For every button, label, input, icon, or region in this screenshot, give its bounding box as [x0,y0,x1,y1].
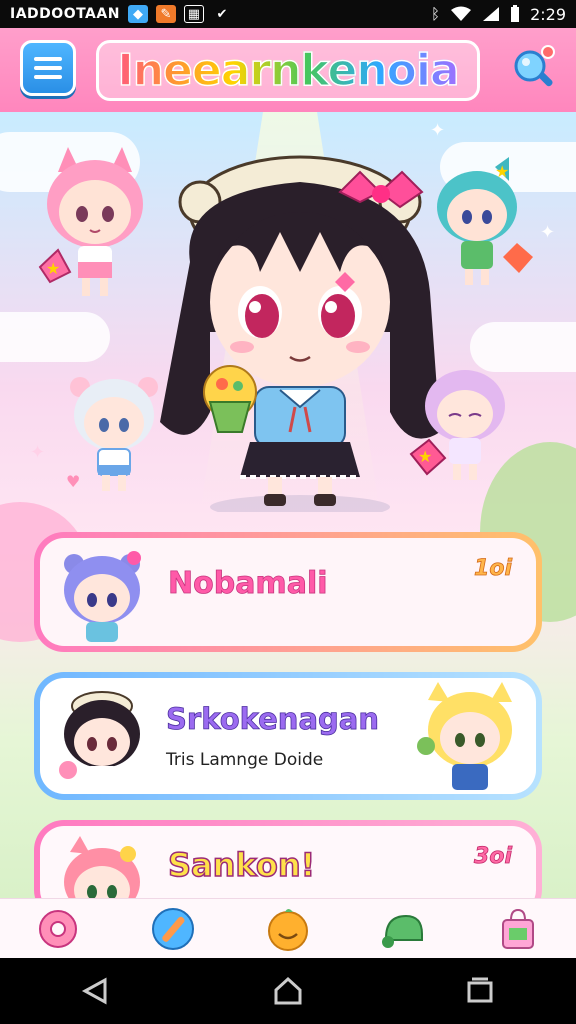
wifi-icon [451,6,472,21]
carrier-label: IADDOOTAAN [10,6,120,22]
cap-icon[interactable] [378,904,428,954]
sparkle-icon: ✦ [30,442,46,463]
character-scene: ✦ ✦ ✦ ★ ★ ♥ ★ Nobamali 1oi Srkokenagan T… [0,112,576,898]
chibi-white-girl[interactable]: ♥ [60,367,170,507]
shield-icon: ◆ [127,5,148,23]
chibi-lavender-girl[interactable]: ★ [405,362,520,497]
search-button[interactable] [508,42,560,94]
clock: 2:29 [530,4,566,24]
cloud [0,312,110,362]
wand-icon[interactable] [148,904,198,954]
menu-icon [34,57,62,61]
card-name: Nobamali [168,566,328,602]
app-title: Ineearnkenoia [105,43,470,98]
sparkle-icon: ✦ [540,222,556,243]
recents-icon[interactable] [463,974,497,1008]
svg-text:★: ★ [46,259,60,278]
card-avatar-right [417,682,512,790]
svg-text:★: ★ [495,162,509,181]
system-nav-bar [0,958,576,1024]
card-name: Sankon! [167,845,316,885]
bottom-nav [0,898,576,958]
character-card[interactable]: Srkokenagan Tris Lamnge Doide [34,672,542,800]
signal-icon [483,7,500,21]
news-icon: ▦ [183,5,204,23]
smiley-icon[interactable] [263,904,313,954]
svg-text:♥: ♥ [66,472,80,491]
card-count: 3oi [474,844,513,870]
chibi-pink-catgirl[interactable]: ★ [30,142,160,312]
character-card[interactable]: Nobamali 1oi [34,532,542,652]
svg-text:★: ★ [418,447,432,466]
title-badge: Ineearnkenoia [96,39,480,101]
home-icon[interactable] [271,974,305,1008]
check-icon: ✔ [216,6,228,22]
card-avatar [59,691,140,784]
character-card[interactable]: Sankon! 3oi [34,820,542,898]
app-icon: ✎ [155,5,176,23]
card-count: 1oi [474,556,513,582]
menu-button[interactable] [20,40,76,96]
card-avatar [64,836,140,898]
donut-icon[interactable] [33,904,83,954]
app-header: Ineearnkenoia [0,28,576,112]
card-name: Srkokenagan [166,702,380,737]
shop-bag-icon[interactable] [493,904,543,954]
status-bar: IADDOOTAAN ◆ ✎ ▦ ✔ ᛒ 2:29 [0,0,576,28]
card-subtitle: Tris Lamnge Doide [166,750,324,770]
back-icon[interactable] [79,974,113,1008]
battery-icon [511,5,520,22]
bluetooth-icon: ᛒ [431,5,441,23]
card-avatar [64,551,141,642]
